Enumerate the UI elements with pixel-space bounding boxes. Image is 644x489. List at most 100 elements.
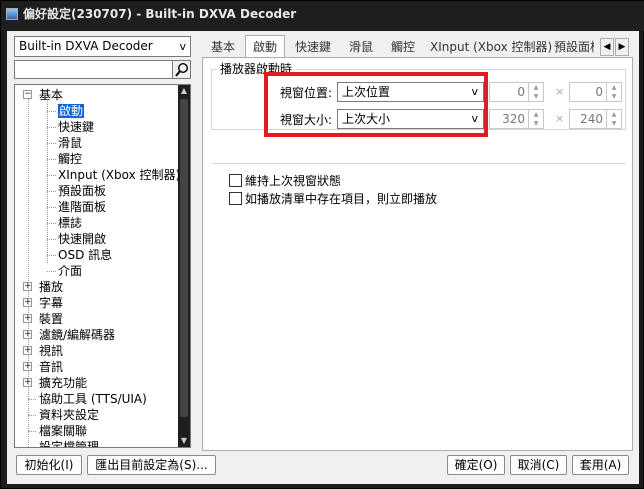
tree-item-label: 濾鏡/編解碼器 [39, 328, 116, 342]
tree-item-label: 檔案關聯 [39, 424, 88, 438]
search-button[interactable] [172, 60, 191, 79]
spin-down-icon[interactable]: ▼ [529, 119, 543, 128]
size-height-stepper[interactable]: 240 ▲ ▼ [569, 109, 622, 129]
tree-item[interactable]: 濾鏡/編解碼器 [39, 327, 115, 343]
tab-touch[interactable]: 觸控 [388, 38, 418, 57]
tab-hotkeys[interactable]: 快速鍵 [292, 38, 334, 57]
tree-item[interactable]: XInput (Xbox 控制器) [58, 167, 180, 183]
preferences-window: 偏好設定(230707) - Built-in DXVA Decoder Bui… [0, 0, 644, 489]
tree-connector [47, 271, 56, 272]
spin-up-icon[interactable]: ▲ [607, 83, 621, 92]
settings-tree[interactable]: ▲ ▼ 基本 − 啟動快速鍵滑鼠觸控 XInput (Xbox 控制器) 預設面板 進階面… [14, 84, 191, 448]
collapse-icon[interactable]: − [23, 90, 32, 99]
tree-item[interactable]: OSD 訊息 [58, 247, 112, 263]
tree-scrollbar[interactable]: ▲ ▼ [178, 85, 190, 447]
tree-item[interactable]: 播放 [39, 279, 63, 295]
tab-mouse[interactable]: 滑鼠 [346, 38, 376, 57]
tree-item[interactable]: 音訊 [39, 359, 63, 375]
tab-startup[interactable]: 啟動 [245, 35, 285, 58]
spin-down-icon[interactable]: ▼ [607, 92, 621, 101]
tab-xinput[interactable]: XInput (Xbox 控制器) [430, 38, 552, 57]
tree-item-label: 協助工具 (TTS/UIA) [39, 392, 147, 406]
position-x-stepper[interactable]: 0 ▲ ▼ [489, 82, 544, 102]
ok-button[interactable]: 確定(O) [447, 455, 505, 475]
tree-item-label: 基本 [39, 88, 64, 102]
tree-item[interactable]: 快速開啟 [58, 231, 106, 247]
tree-connector [47, 239, 56, 240]
title-bar[interactable]: 偏好設定(230707) - Built-in DXVA Decoder [1, 1, 644, 31]
tree-item-label: 設定檔管理 [39, 440, 100, 448]
position-y-stepper[interactable]: 0 ▲ ▼ [569, 82, 622, 102]
tree-item[interactable]: 視訊 [39, 343, 63, 359]
tree-item[interactable]: 協助工具 (TTS/UIA) [39, 391, 147, 407]
autoplay-playlist-checkbox[interactable]: 如播放清單中存在項目，則立即播放 [229, 191, 437, 207]
search-input[interactable] [14, 60, 174, 79]
tree-item[interactable]: 檔案關聯 [39, 423, 87, 439]
tree-item[interactable]: 觸控 [58, 151, 82, 167]
tree-item[interactable]: 標誌 [58, 215, 82, 231]
position-y-value: 0 [595, 85, 603, 99]
position-x-value: 0 [517, 85, 525, 99]
chevron-down-icon: v [179, 40, 186, 53]
tree-item-label: 視訊 [39, 344, 64, 358]
tree-item[interactable]: 預設面板 [58, 183, 106, 199]
tree-connector [47, 223, 56, 224]
tree-item-label: 觸控 [58, 152, 83, 166]
tree-item[interactable]: 資料夾設定 [39, 407, 99, 423]
tree-item[interactable]: 字幕 [39, 295, 63, 311]
spin-up-icon[interactable]: ▲ [607, 110, 621, 119]
tree-item[interactable]: 滑鼠 [58, 135, 82, 151]
size-width-stepper[interactable]: 320 ▲ ▼ [489, 109, 544, 129]
keep-window-state-checkbox[interactable]: 維持上次視窗狀態 [229, 173, 341, 189]
tree-item[interactable]: 設定檔管理 [39, 439, 100, 448]
tree-item-label: XInput (Xbox 控制器) [58, 168, 181, 182]
tab-scroll-left-icon[interactable]: ◀ [600, 38, 614, 56]
tree-item[interactable]: 裝置 [39, 311, 63, 327]
tree-connector [47, 159, 56, 160]
autoplay-playlist-label: 如播放清單中存在項目，則立即播放 [245, 192, 438, 206]
cancel-button[interactable]: 取消(C) [510, 455, 567, 475]
preset-select[interactable]: Built-in DXVA Decoder v [14, 36, 191, 57]
spin-down-icon[interactable]: ▼ [529, 92, 543, 101]
scroll-thumb[interactable] [180, 99, 188, 417]
tree-item[interactable]: 快速鍵 [58, 119, 94, 135]
tree-connector [28, 447, 36, 448]
window-title: 偏好設定(230707) - Built-in DXVA Decoder [23, 7, 297, 21]
export-settings-button[interactable]: 匯出目前設定為(S)... [87, 455, 216, 475]
search-icon [175, 62, 189, 77]
tree-connector [28, 399, 36, 400]
tree-item-label: 快速開啟 [58, 232, 107, 246]
tree-item-label: 滑鼠 [58, 136, 83, 150]
tab-scroll-right-icon[interactable]: ▶ [615, 38, 629, 56]
tree-item-label: 播放 [39, 280, 64, 294]
apply-button[interactable]: 套用(A) [572, 455, 629, 475]
tab-default-panel[interactable]: 預設面板 [554, 38, 594, 57]
tree-item-label: 資料夾設定 [39, 408, 100, 422]
tree-connector [28, 415, 36, 416]
reset-button[interactable]: 初始化(I) [16, 455, 82, 475]
scroll-down-icon[interactable]: ▼ [178, 435, 190, 447]
tree-item[interactable]: 進階面板 [58, 199, 106, 215]
spin-up-icon[interactable]: ▲ [529, 83, 543, 92]
tab-strip: 基本 啟動 快速鍵 滑鼠 觸控 XInput (Xbox 控制器) 預設面板 ◀… [202, 35, 632, 58]
highlight-box [264, 72, 488, 137]
tree-item[interactable]: 基本 [39, 87, 63, 103]
spin-up-icon[interactable]: ▲ [529, 110, 543, 119]
tab-basic[interactable]: 基本 [208, 38, 238, 57]
tree-connector [47, 191, 56, 192]
checkbox-box[interactable] [229, 174, 242, 187]
tree-item[interactable]: 啟動 [58, 103, 85, 119]
tree-item-label: 進階面板 [58, 200, 107, 214]
tree-item[interactable]: 擴充功能 [39, 375, 87, 391]
scroll-up-icon[interactable]: ▲ [178, 85, 190, 97]
checkbox-box[interactable] [229, 192, 242, 205]
tree-item-label: 快速鍵 [58, 120, 95, 134]
tree-connector [47, 111, 56, 112]
tree-item-label: 擴充功能 [39, 376, 88, 390]
tree-connector [47, 175, 56, 176]
tree-item-label: 啟動 [58, 104, 85, 118]
tree-item[interactable]: 介面 [58, 263, 82, 279]
tree-item-label: 標誌 [58, 216, 83, 230]
tree-connector [47, 127, 56, 128]
spin-down-icon[interactable]: ▼ [607, 119, 621, 128]
